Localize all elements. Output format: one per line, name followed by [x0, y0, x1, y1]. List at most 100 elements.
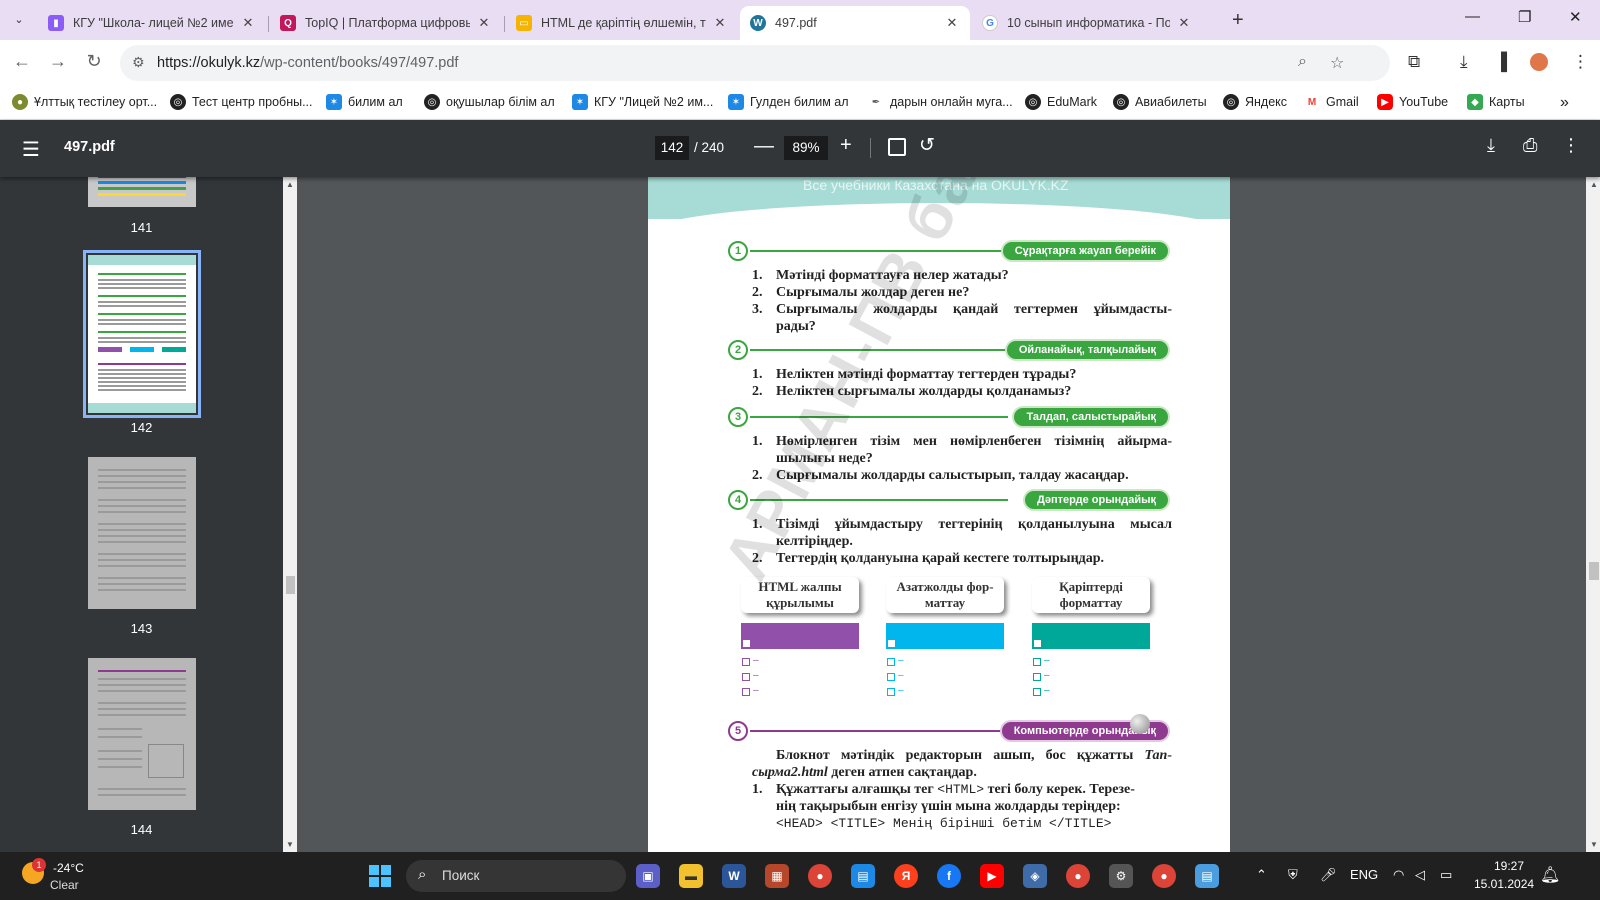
profile-avatar[interactable]: [1530, 53, 1548, 71]
section-5-heading: 5 Компьютерде орындайық: [728, 721, 1168, 741]
scroll-down-arrow-icon[interactable]: ▼: [286, 840, 294, 849]
search-placeholder: Поиск: [442, 868, 480, 883]
print-icon[interactable]: ⎙: [1523, 135, 1537, 156]
reload-icon[interactable]: ↻: [82, 51, 106, 72]
wifi-icon[interactable]: ◠: [1393, 867, 1404, 883]
microphone-icon[interactable]: 🎤︎: [1320, 867, 1337, 883]
content-scroll-thumb[interactable]: [1589, 562, 1599, 580]
weather-condition[interactable]: Clear: [50, 878, 79, 892]
bookmark-item[interactable]: ◆ Карты: [1467, 94, 1525, 110]
bookmark-star-icon[interactable]: ☆: [1330, 53, 1344, 73]
page-thumbnail-selected[interactable]: [83, 250, 201, 418]
close-tab-icon[interactable]: ✕: [1176, 15, 1192, 31]
bookmark-item[interactable]: ◎ EduMark: [1025, 94, 1097, 110]
site-info-icon[interactable]: ⚙: [132, 54, 145, 71]
winrar-icon[interactable]: ▦: [765, 864, 789, 888]
pdf-download-icon[interactable]: ⤓: [1487, 135, 1495, 156]
teams-icon[interactable]: ▣: [636, 864, 660, 888]
language-indicator[interactable]: ENG: [1350, 867, 1378, 882]
page-thumbnail[interactable]: [88, 658, 196, 810]
page-thumbnail[interactable]: [88, 177, 196, 207]
sidebar-scrollbar[interactable]: [283, 177, 297, 852]
bookmark-item[interactable]: ✒ дарын онлайн муга...: [868, 94, 1013, 110]
zoom-out-icon[interactable]: —: [754, 135, 774, 158]
address-bar[interactable]: ⚙ https://okulyk.kz/wp-content/books/497…: [120, 45, 1390, 81]
close-tab-icon[interactable]: ✕: [476, 15, 492, 31]
tab-title: 497.pdf: [775, 16, 817, 30]
chrome-icon[interactable]: ●: [808, 864, 832, 888]
page-number-input[interactable]: 142: [655, 136, 689, 160]
clock-time[interactable]: 19:27: [1494, 859, 1524, 873]
close-tab-icon[interactable]: ✕: [240, 15, 256, 31]
checkbox-icon: [742, 673, 750, 681]
tab-google-search[interactable]: G 10 сынып информатика - Пои ✕: [972, 6, 1202, 40]
bookmark-item[interactable]: ◎ Тест центр пробны...: [170, 94, 313, 110]
pdf-more-icon[interactable]: ⋮: [1562, 135, 1580, 156]
youtube-app-icon[interactable]: ▶: [980, 864, 1004, 888]
bookmark-item[interactable]: ◎ оқушылар білім ал: [424, 94, 555, 110]
zoom-in-icon[interactable]: +: [840, 134, 852, 157]
fit-page-icon[interactable]: [888, 138, 906, 156]
tab-497-pdf[interactable]: W 497.pdf ✕: [740, 6, 970, 40]
bookmark-item[interactable]: ✶ Гулден билим ал: [728, 94, 849, 110]
windows-start-icon[interactable]: [369, 865, 391, 887]
category-color-bar: [886, 623, 1004, 649]
more-bookmarks-icon[interactable]: »: [1560, 94, 1569, 112]
chrome-active-icon[interactable]: ●: [1066, 864, 1090, 888]
notification-bell-icon[interactable]: 🔔︎: [1540, 865, 1560, 885]
back-arrow-icon[interactable]: ←: [10, 51, 34, 72]
close-tab-icon[interactable]: ✕: [944, 15, 960, 31]
page-thumbnail[interactable]: [88, 457, 196, 609]
notepad-icon[interactable]: ▤: [1195, 864, 1219, 888]
bookmark-item[interactable]: ● Ұлттық тестілеу орт...: [12, 94, 157, 110]
temperature[interactable]: -24°C: [53, 861, 84, 875]
browser-menu-icon[interactable]: ⋮: [1572, 52, 1589, 72]
chrome-profile-icon[interactable]: ●: [1152, 864, 1176, 888]
content-scrollbar[interactable]: [1586, 177, 1600, 852]
notification-badge: 1: [32, 858, 46, 872]
yandex-browser-icon[interactable]: Я: [894, 864, 918, 888]
tab-html-font[interactable]: ▭ HTML де қаріптің өлшемін, тү ✕: [506, 6, 738, 40]
new-tab-button[interactable]: +: [1232, 9, 1244, 32]
taskbar-search[interactable]: ⌕ Поиск: [406, 860, 626, 892]
bookmark-item[interactable]: ◎ Яндекс: [1223, 94, 1287, 110]
close-tab-icon[interactable]: ✕: [712, 15, 728, 31]
download-icon[interactable]: ⤓: [1460, 52, 1468, 72]
zoom-input[interactable]: 89%: [784, 136, 828, 160]
minimize-icon[interactable]: —: [1465, 8, 1480, 25]
scroll-up-arrow-icon[interactable]: ▲: [286, 180, 294, 189]
bookmark-item[interactable]: ◎ Авиабилеты: [1113, 94, 1207, 110]
show-hidden-icons[interactable]: ⌃: [1256, 867, 1267, 883]
hamburger-menu-icon[interactable]: ☰: [22, 137, 40, 162]
pgadmin-icon[interactable]: ◈: [1023, 864, 1047, 888]
clock-date[interactable]: 15.01.2024: [1474, 877, 1534, 891]
bookmark-item[interactable]: M Gmail: [1304, 94, 1359, 110]
sidepanel-icon[interactable]: ▐: [1495, 52, 1507, 72]
settings-gear-icon[interactable]: ⚙: [1109, 864, 1133, 888]
sidebar-scroll-thumb[interactable]: [286, 576, 295, 594]
scroll-down-arrow-icon[interactable]: ▼: [1590, 840, 1598, 849]
rotate-icon[interactable]: ↺: [919, 134, 935, 157]
bookmark-item[interactable]: ✶ КГУ "Лицей №2 им...: [572, 94, 713, 110]
security-shield-icon[interactable]: ⛨: [1288, 867, 1298, 883]
file-explorer-icon[interactable]: ▬: [679, 864, 703, 888]
volume-icon[interactable]: ◁: [1415, 867, 1425, 883]
tab-topiq[interactable]: Q TopIQ | Платформа цифровых ✕: [270, 6, 502, 40]
bookmark-item[interactable]: ▶ YouTube: [1377, 94, 1448, 110]
app-icon[interactable]: ▤: [851, 864, 875, 888]
close-window-icon[interactable]: ✕: [1569, 8, 1582, 26]
bookmark-item[interactable]: ✶ билим ал: [326, 94, 403, 110]
tab-search-button[interactable]: ⌄: [8, 8, 30, 30]
word-icon[interactable]: W: [722, 864, 746, 888]
scroll-up-arrow-icon[interactable]: ▲: [1590, 180, 1598, 189]
zoom-magnifier-icon[interactable]: ⌕: [1298, 53, 1307, 71]
tab-school[interactable]: ▮ КГУ "Школа- лицей №2 имени ✕: [38, 6, 266, 40]
gmail-icon: M: [1307, 96, 1317, 108]
url-text[interactable]: https://okulyk.kz/wp-content/books/497/4…: [157, 55, 458, 71]
wordpress-favicon-icon: W: [750, 15, 766, 31]
extensions-icon[interactable]: ⧉: [1408, 52, 1420, 72]
battery-icon[interactable]: ▭: [1440, 867, 1452, 883]
forward-arrow-icon[interactable]: →: [46, 51, 70, 72]
facebook-icon[interactable]: f: [937, 864, 961, 888]
restore-icon[interactable]: ❐: [1518, 8, 1531, 26]
